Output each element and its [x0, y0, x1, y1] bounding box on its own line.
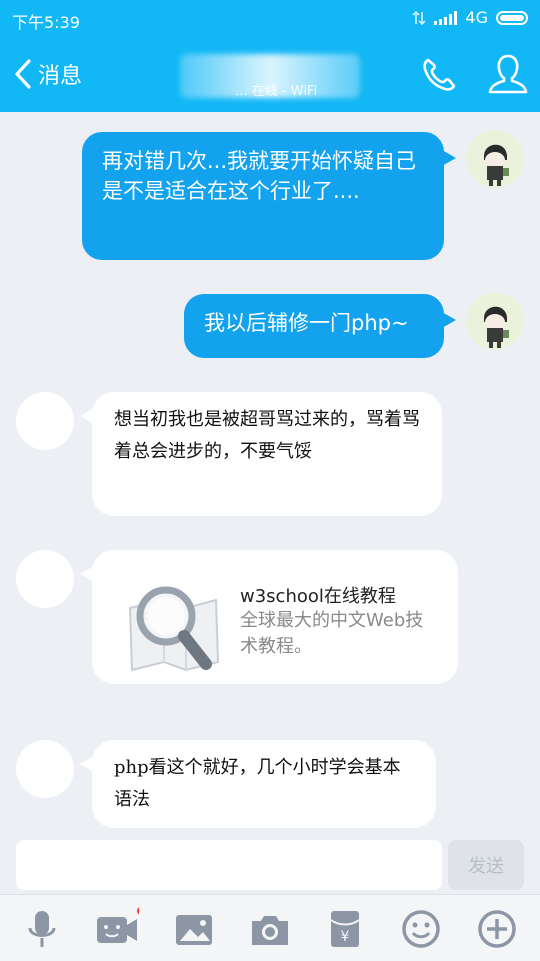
voice-call-button[interactable] [418, 54, 460, 96]
video-call-button[interactable] [95, 907, 145, 951]
link-card-description: 全球最大的中文Web技术教程。 [240, 610, 424, 657]
emoji-button[interactable] [399, 907, 443, 951]
avatar-me[interactable] [466, 130, 524, 188]
emoji-icon [402, 910, 440, 948]
title-bar: 下午5:39 4G 消息 … 在线 - WiFi [0, 0, 540, 112]
chat-toolbar: ¥ [0, 894, 540, 961]
red-packet-button[interactable]: ¥ [323, 907, 367, 951]
voice-input-button[interactable] [20, 907, 64, 951]
send-button[interactable]: 发送 [448, 840, 524, 890]
back-button[interactable]: 消息 [12, 56, 82, 92]
message-bubble-outgoing[interactable]: 我以后辅修一门php~ [184, 294, 456, 358]
user-icon [488, 54, 528, 94]
message-text: php看这个就好，几个小时学会基本语法 [114, 757, 401, 810]
avatar-character-icon [484, 306, 509, 348]
contact-status: … 在线 - WiFi [234, 84, 318, 99]
microphone-icon [28, 911, 56, 947]
chevron-left-icon [15, 59, 31, 89]
avatar-me[interactable] [466, 292, 524, 350]
image-button[interactable] [172, 907, 216, 951]
message-bubble-outgoing[interactable]: 再对错几次...我就要开始怀疑自己是不是适合在这个行业了.... [82, 132, 456, 260]
status-bar: 下午5:39 4G [0, 0, 540, 38]
more-button[interactable] [475, 907, 519, 951]
signal-icon [434, 10, 458, 25]
battery-icon [496, 10, 528, 25]
svg-text:¥: ¥ [341, 929, 350, 945]
red-packet-icon: ¥ [330, 911, 360, 947]
video-icon [97, 907, 145, 943]
phone-icon [423, 58, 456, 91]
message-text: 我以后辅修一门php~ [204, 311, 409, 335]
link-card[interactable]: w3school在线教程 全球最大的中文Web技术教程。 [80, 550, 458, 684]
link-card-title: w3school在线教程 [240, 586, 396, 607]
avatar-contact[interactable] [16, 740, 74, 798]
magnifier-map-icon [128, 586, 220, 672]
message-text: 再对错几次...我就要开始怀疑自己是不是适合在这个行业了.... [102, 149, 417, 203]
status-indicators: 4G [412, 8, 528, 27]
avatar-contact[interactable] [16, 392, 74, 450]
message-list[interactable]: 再对错几次...我就要开始怀疑自己是不是适合在这个行业了.... 我以后辅修一门… [0, 112, 540, 832]
plus-icon [478, 910, 516, 948]
avatar-character-icon [484, 144, 509, 186]
back-label: 消息 [38, 64, 83, 89]
message-text: 想当初我也是被超哥骂过来的，骂着骂着总会进步的，不要气馁 [114, 409, 420, 462]
input-bar: 发送 [0, 832, 540, 894]
camera-icon [252, 916, 288, 945]
avatar-contact[interactable] [16, 550, 74, 608]
camera-button[interactable] [248, 907, 292, 951]
contact-profile-button[interactable] [486, 52, 530, 96]
message-input[interactable] [16, 840, 442, 890]
status-time: 下午5:39 [12, 13, 80, 32]
message-bubble-incoming[interactable]: php看这个就好，几个小时学会基本语法 [80, 740, 436, 828]
message-bubble-incoming[interactable]: 想当初我也是被超哥骂过来的，骂着骂着总会进步的，不要气馁 [80, 392, 442, 516]
network-type: 4G [465, 8, 488, 27]
data-transfer-icon [412, 10, 426, 25]
image-icon [176, 915, 212, 945]
